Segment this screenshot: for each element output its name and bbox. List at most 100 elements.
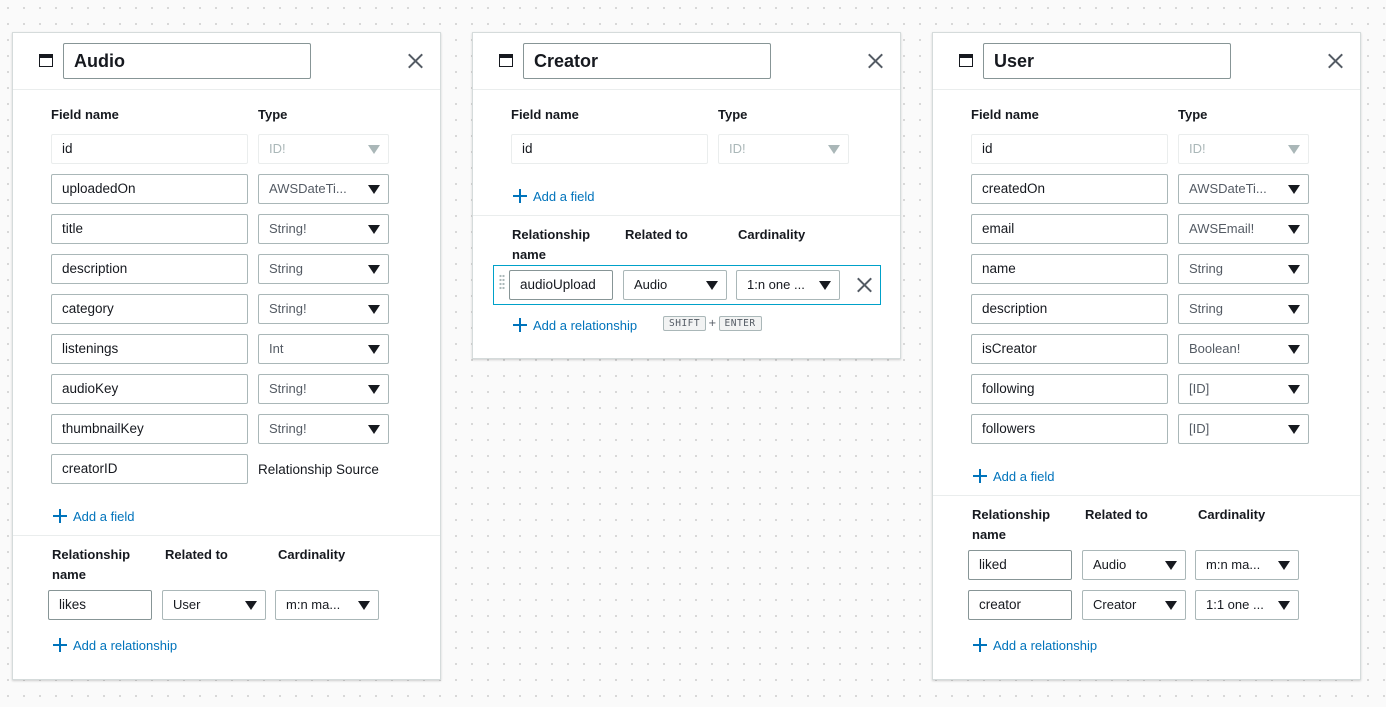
model-title-input[interactable]: Audio (63, 43, 311, 79)
cardinality-select[interactable]: m:n ma... (1195, 550, 1299, 580)
card-header: Creator (473, 33, 900, 90)
add-field-button[interactable]: Add a field (973, 466, 1360, 486)
card-header: Audio (13, 33, 440, 90)
chevron-down-icon (368, 265, 380, 274)
related-to-header: Related to (625, 227, 688, 242)
field-type-select[interactable]: [ID] (1178, 414, 1309, 444)
field-type-select[interactable]: String! (258, 214, 389, 244)
cardinality-select[interactable]: 1:1 one ... (1195, 590, 1299, 620)
field-type-select[interactable]: String (258, 254, 389, 284)
chevron-down-icon (1165, 601, 1177, 610)
chevron-down-icon (368, 225, 380, 234)
type-header: Type (258, 107, 288, 122)
relationship-name-header: Relationship name (52, 547, 131, 582)
field-type-select[interactable]: Boolean! (1178, 334, 1309, 364)
field-name-input[interactable]: description (51, 254, 248, 284)
model-card-audio: Audio Field name Type id ID! uploadedOn … (12, 32, 441, 680)
field-type-select[interactable]: String (1178, 254, 1309, 284)
remove-relationship-icon[interactable] (855, 276, 873, 294)
relationship-name-header: Relationship name (972, 507, 1051, 542)
related-to-select[interactable]: Audio (1082, 550, 1186, 580)
add-relationship-button[interactable]: Add a relationship (973, 635, 1097, 655)
relationship-row-selected[interactable]: audioUpload Audio 1:n one ... (493, 265, 881, 305)
chevron-down-icon (819, 281, 831, 290)
field-type-select[interactable]: String! (258, 374, 389, 404)
field-name-input[interactable]: thumbnailKey (51, 414, 248, 444)
cardinality-select[interactable]: 1:n one ... (736, 270, 840, 300)
chevron-down-icon (1288, 305, 1300, 314)
chevron-down-icon (1288, 345, 1300, 354)
field-name-input[interactable]: category (51, 294, 248, 324)
field-name-input[interactable]: following (971, 374, 1168, 404)
field-row: id ID! (51, 129, 440, 169)
field-name-input[interactable]: email (971, 214, 1168, 244)
field-name-input[interactable]: uploadedOn (51, 174, 248, 204)
field-type-select[interactable]: [ID] (1178, 374, 1309, 404)
related-to-select[interactable]: User (162, 590, 266, 620)
close-icon[interactable] (1326, 52, 1344, 70)
chevron-down-icon (368, 425, 380, 434)
field-type-select[interactable]: AWSEmail! (1178, 214, 1309, 244)
drag-handle-icon[interactable] (499, 274, 505, 290)
relationship-name-input[interactable]: liked (968, 550, 1072, 580)
field-name-input[interactable]: name (971, 254, 1168, 284)
related-to-select[interactable]: Creator (1082, 590, 1186, 620)
chevron-down-icon (1278, 561, 1290, 570)
add-field-label: Add a field (73, 508, 135, 524)
field-name-input[interactable]: followers (971, 414, 1168, 444)
chevron-down-icon (1165, 561, 1177, 570)
field-name-header: Field name (971, 107, 1039, 122)
field-type-select[interactable]: Int (258, 334, 389, 364)
cardinality-header: Cardinality (1198, 507, 1266, 522)
add-relationship-button[interactable]: Add a relationship (53, 635, 177, 655)
model-title-input[interactable]: Creator (523, 43, 771, 79)
model-title-input[interactable]: User (983, 43, 1231, 79)
add-relationship-label: Add a relationship (993, 637, 1098, 653)
relationship-name-input[interactable]: creator (968, 590, 1072, 620)
add-field-button[interactable]: Add a field (513, 186, 900, 206)
field-name-input[interactable]: audioKey (51, 374, 248, 404)
field-name-input[interactable]: listenings (51, 334, 248, 364)
field-row: email AWSEmail! (971, 209, 1360, 249)
card-header: User (933, 33, 1360, 90)
field-row: id ID! (971, 129, 1360, 169)
field-row: description String (51, 249, 440, 289)
field-type-select: ID! (718, 134, 849, 164)
chevron-down-icon (828, 145, 840, 154)
field-row: following [ID] (971, 369, 1360, 409)
field-name-input[interactable]: createdOn (971, 174, 1168, 204)
field-type-select[interactable]: String! (258, 414, 389, 444)
add-relationship-button[interactable]: Add a relationship (513, 315, 637, 335)
field-type-select[interactable]: AWSDateTi... (1178, 174, 1309, 204)
field-type-select[interactable]: String! (258, 294, 389, 324)
close-icon[interactable] (866, 52, 884, 70)
field-name-input: id (511, 134, 708, 164)
chevron-down-icon (368, 385, 380, 394)
field-name-input[interactable]: creatorID (51, 454, 248, 484)
field-row: uploadedOn AWSDateTi... (51, 169, 440, 209)
chevron-down-icon (1288, 385, 1300, 394)
chevron-down-icon (358, 601, 370, 610)
related-to-select[interactable]: Audio (623, 270, 727, 300)
chevron-down-icon (368, 305, 380, 314)
field-name-input[interactable]: title (51, 214, 248, 244)
cardinality-header: Cardinality (278, 547, 346, 562)
relationship-name-input[interactable]: audioUpload (509, 270, 613, 300)
close-icon[interactable] (406, 52, 424, 70)
shortcut-plus: + (708, 318, 717, 329)
field-name-input: id (51, 134, 248, 164)
fields-section: Field name Type id ID! uploadedOn AWSDat… (13, 90, 440, 535)
fields-section: Field name Type id ID! createdOn AWSDate… (933, 90, 1360, 495)
relationship-name-input[interactable]: likes (48, 590, 152, 620)
add-field-button[interactable]: Add a field (53, 506, 440, 526)
cardinality-select[interactable]: m:n ma... (275, 590, 379, 620)
model-card-creator: Creator Field name Type id ID! Add a fie… (472, 32, 901, 359)
field-type-select: ID! (258, 134, 389, 164)
field-type-select[interactable]: String (1178, 294, 1309, 324)
field-name-input[interactable]: description (971, 294, 1168, 324)
chevron-down-icon (368, 345, 380, 354)
add-relationship-label: Add a relationship (533, 317, 638, 333)
field-name-input[interactable]: isCreator (971, 334, 1168, 364)
chevron-down-icon (1288, 425, 1300, 434)
field-type-select[interactable]: AWSDateTi... (258, 174, 389, 204)
